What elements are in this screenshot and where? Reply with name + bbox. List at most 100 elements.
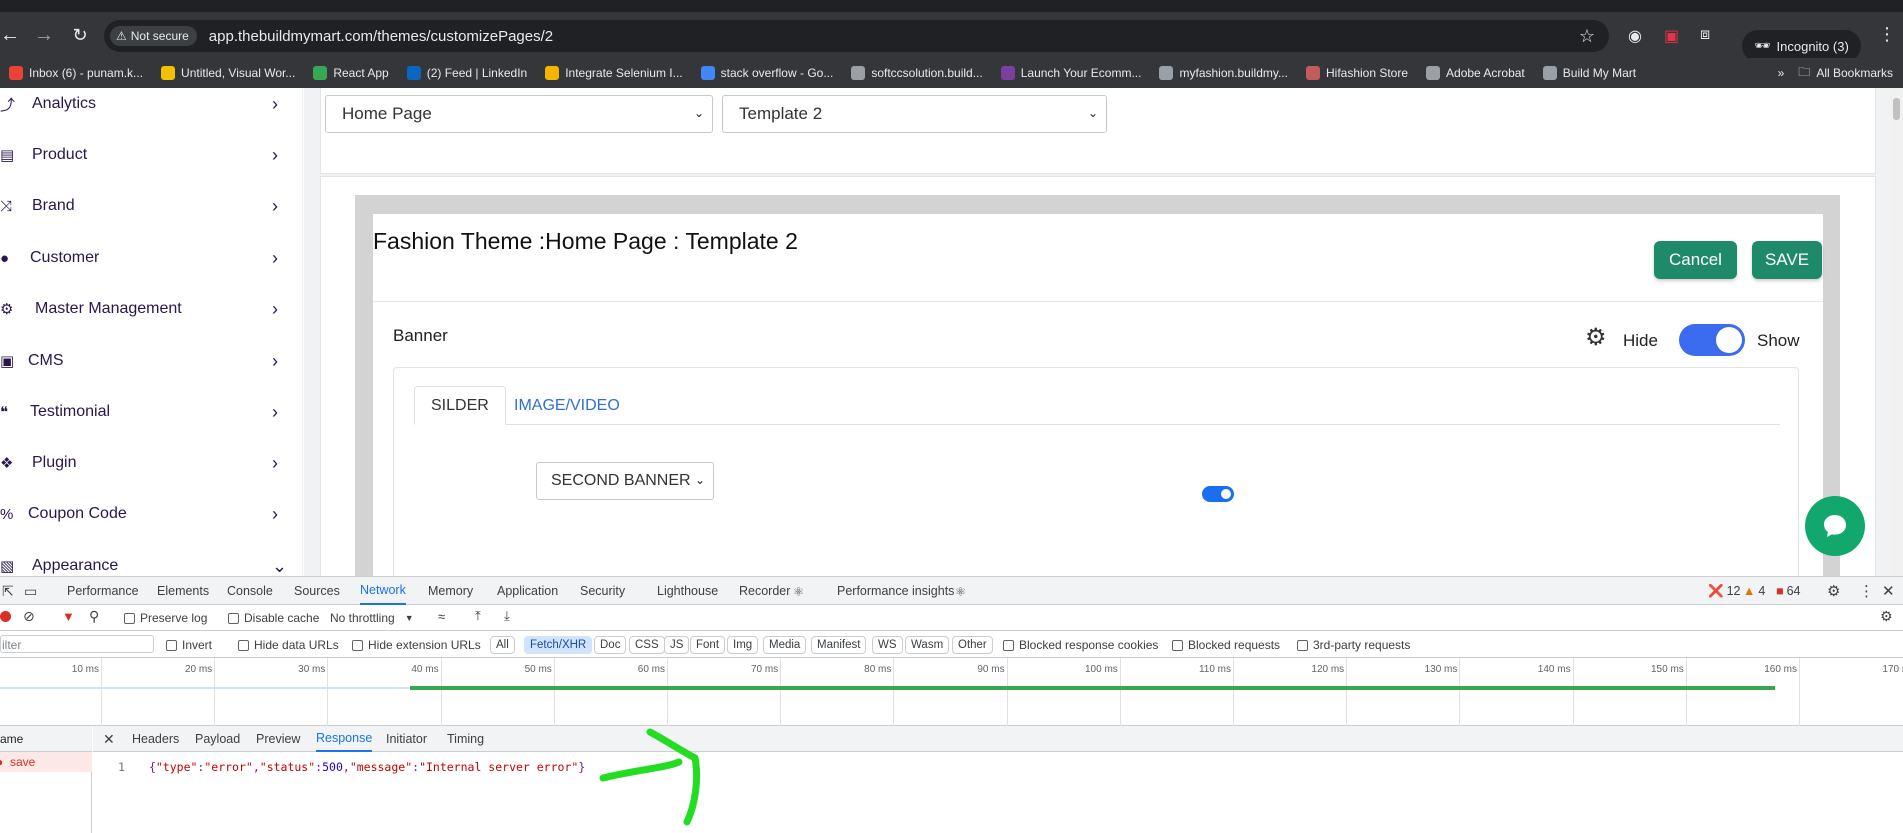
banner-active-toggle[interactable] [1202, 486, 1234, 502]
name-column-header[interactable]: ame [0, 726, 92, 752]
tab-lighthouse[interactable]: Lighthouse [657, 577, 718, 605]
address-bar[interactable]: ⚠ Not secure app.thebuildmymart.com/theme… [104, 20, 1609, 52]
bookmark-item[interactable]: (2) Feed | LinkedIn [398, 58, 537, 88]
forward-icon[interactable]: → [26, 17, 62, 53]
network-timeline[interactable]: 10 ms 20 ms 30 ms 40 ms 50 ms 60 ms 70 ms 80 ms… [0, 658, 1903, 726]
sidebar-item-product[interactable]: ▤ Product › [0, 129, 303, 181]
close-icon[interactable]: ✕ [1882, 577, 1895, 605]
bookmark-item[interactable]: Hifashion Store [1297, 58, 1417, 88]
sidebar-item-plugin[interactable]: ❖ Plugin › [0, 437, 303, 489]
error-count[interactable]: ❌ 12 [1708, 577, 1740, 605]
type-filter-js[interactable]: JS [664, 636, 690, 654]
tab-sources[interactable]: Sources [294, 577, 340, 605]
extension-lens-icon[interactable]: ◉ [1628, 26, 1642, 46]
bookmark-item[interactable]: Adobe Acrobat [1417, 58, 1534, 88]
invert-checkbox[interactable]: Invert [166, 638, 212, 652]
sidebar-item-cms[interactable]: ▣ CMS › [0, 335, 303, 387]
type-filter-all[interactable]: All [490, 636, 515, 654]
banner-select[interactable]: SECOND BANNER ⌄ [536, 462, 714, 500]
sidebar-item-coupon-code[interactable]: % Coupon Code › [0, 488, 303, 540]
back-icon[interactable]: ← [0, 17, 28, 53]
blocked-requests-checkbox[interactable]: Blocked requests [1172, 638, 1280, 652]
request-row-save[interactable]: ●save [0, 752, 92, 772]
bookmark-item[interactable]: Integrate Selenium I... [536, 58, 691, 88]
bookmark-item[interactable]: softccsolution.build... [842, 58, 991, 88]
template-select[interactable]: Template 2 ⌄ [722, 95, 1107, 133]
type-filter-css[interactable]: CSS [629, 636, 665, 654]
show-hide-toggle[interactable] [1679, 324, 1745, 356]
tab-elements[interactable]: Elements [157, 577, 209, 605]
tab-payload[interactable]: Payload [195, 726, 240, 752]
tab-recorder[interactable]: Recorder [739, 577, 790, 605]
filter-icon[interactable]: ▼ [62, 609, 75, 624]
blocked-cookies-checkbox[interactable]: Blocked response cookies [1003, 638, 1158, 652]
sidebar-item-master-management[interactable]: ⚙ Master Management › [0, 283, 303, 335]
tab-performance-insights[interactable]: Performance insights [837, 577, 954, 605]
search-icon[interactable]: ⚲ [89, 608, 99, 625]
type-filter-doc[interactable]: Doc [594, 636, 627, 654]
disable-cache-checkbox[interactable]: Disable cache [228, 611, 319, 625]
scrollbar-thumb[interactable] [1893, 98, 1900, 120]
type-filter-font[interactable]: Font [690, 636, 726, 654]
tab-network[interactable]: Network [360, 577, 406, 605]
extension-square-icon[interactable]: ▣ [1664, 26, 1679, 46]
inspect-icon[interactable]: ⇱ [2, 577, 14, 605]
export-har-icon[interactable]: ⤓ [504, 608, 510, 624]
type-filter-other[interactable]: Other [952, 636, 993, 654]
settings-gear-icon[interactable]: ⚙ [1827, 577, 1840, 605]
sidebar-item-customer[interactable]: ● Customer › [0, 232, 303, 284]
type-filter-wasm[interactable]: Wasm [905, 636, 950, 654]
sidebar-item-brand[interactable]: ⤨ Brand › [0, 180, 303, 232]
hide-data-urls-checkbox[interactable]: Hide data URLs [238, 638, 339, 652]
page-scrollbar[interactable] [1890, 88, 1903, 576]
tab-initiator[interactable]: Initiator [386, 726, 427, 752]
filter-input[interactable]: ilter [0, 635, 154, 653]
type-filter-img[interactable]: Img [727, 636, 759, 654]
gear-icon[interactable]: ⚙ [1585, 323, 1607, 352]
close-detail-icon[interactable]: ✕ [103, 726, 115, 752]
tab-timing[interactable]: Timing [447, 726, 484, 752]
clear-icon[interactable]: ⊘ [23, 608, 35, 625]
tab-headers[interactable]: Headers [132, 726, 179, 752]
bookmark-item[interactable]: React App [304, 58, 397, 88]
tab-preview[interactable]: Preview [256, 726, 300, 752]
type-filter-manifest[interactable]: Manifest [811, 636, 867, 654]
bookmark-item[interactable]: Untitled, Visual Wor... [152, 58, 304, 88]
tab-response[interactable]: Response [316, 726, 373, 752]
more-options-icon[interactable]: ⋮ [1859, 577, 1874, 605]
type-filter-ws[interactable]: WS [872, 636, 903, 654]
tab-image-video[interactable]: IMAGE/VIDEO [498, 386, 636, 425]
network-settings-icon[interactable]: ⚙ [1880, 608, 1893, 625]
sidebar-item-testimonial[interactable]: ❝ Testimonial › [0, 386, 303, 438]
bookmark-star-icon[interactable]: ☆ [1579, 26, 1595, 47]
bookmark-item[interactable]: Launch Your Ecomm... [992, 58, 1151, 88]
third-party-checkbox[interactable]: 3rd-party requests [1297, 638, 1410, 652]
browser-menu-icon[interactable]: ⋮ [1878, 24, 1896, 45]
bookmark-item[interactable]: myfashion.buildmy... [1150, 58, 1297, 88]
network-conditions-icon[interactable]: ≈ [438, 609, 445, 624]
device-toggle-icon[interactable]: ▭ [24, 577, 37, 605]
bookmark-item[interactable]: Build My Mart [1534, 58, 1645, 88]
bookmark-item[interactable]: Inbox (6) - punam.k... [0, 58, 152, 88]
type-filter-fetch-xhr[interactable]: Fetch/XHR [524, 636, 593, 654]
extensions-puzzle-icon[interactable]: ⧈ [1700, 26, 1710, 44]
save-button[interactable]: SAVE [1752, 241, 1822, 279]
security-chip[interactable]: ⚠ Not secure [110, 26, 197, 46]
tab-console[interactable]: Console [227, 577, 273, 605]
throttling-select[interactable]: No throttling ▼ [330, 611, 414, 625]
chat-bubble-button[interactable] [1805, 496, 1865, 556]
more-bookmarks-icon[interactable]: » [1778, 66, 1785, 80]
tab-security[interactable]: Security [580, 577, 625, 605]
warning-count[interactable]: ▲ 4 [1743, 577, 1765, 605]
preserve-log-checkbox[interactable]: Preserve log [124, 611, 207, 625]
hide-extension-urls-checkbox[interactable]: Hide extension URLs [352, 638, 481, 652]
type-filter-media[interactable]: Media [763, 636, 807, 654]
import-har-icon[interactable]: ⤒ [475, 608, 481, 624]
record-icon[interactable] [0, 611, 11, 622]
all-bookmarks-button[interactable]: 🗀 All Bookmarks [1798, 63, 1893, 84]
sidebar-item-analytics[interactable]: ⤴ Analytics › [0, 88, 303, 130]
tab-memory[interactable]: Memory [428, 577, 473, 605]
tab-slider[interactable]: SILDER [414, 386, 506, 425]
tab-application[interactable]: Application [497, 577, 558, 605]
page-select[interactable]: Home Page ⌄ [325, 95, 713, 133]
